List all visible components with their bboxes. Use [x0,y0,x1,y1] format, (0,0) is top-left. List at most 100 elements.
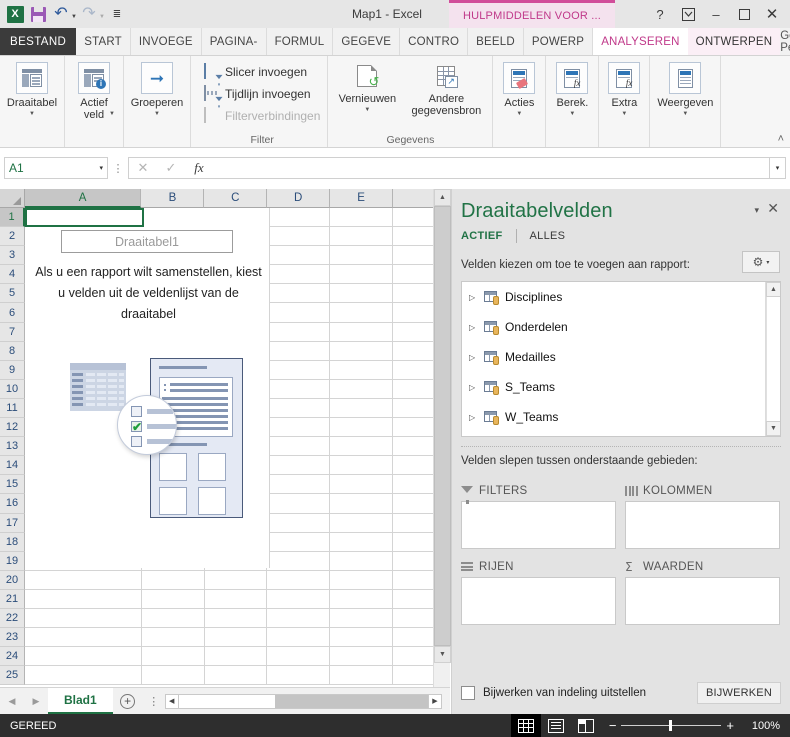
grid-cell[interactable] [267,532,331,552]
grid-cell[interactable] [204,570,268,590]
subtab-actief[interactable]: ACTIEF [461,230,516,242]
list-item[interactable]: ▷ Onderdelen [462,312,780,342]
sheet-tab-menu-icon[interactable]: ⋮ [143,695,165,708]
grid-cell[interactable] [267,570,331,590]
field-list[interactable]: ▷ Disciplines ▷ Onderdelen ▷ Medailles ▷… [461,281,781,437]
chevron-down-icon[interactable]: ▼ [154,110,160,118]
tab-bestand[interactable]: BESTAND [0,28,77,55]
grid-cell[interactable] [330,418,394,438]
cancel-icon[interactable]: ✕ [129,158,157,178]
name-box[interactable]: A1 ▾ [4,157,108,179]
cells-area[interactable]: Draaitabel1 Als u een rapport wilt samen… [25,208,450,687]
scroll-down-icon[interactable]: ▼ [434,646,451,663]
grid-cell[interactable] [267,647,331,667]
chevron-down-icon[interactable]: ▼ [621,110,627,118]
row-header[interactable]: 7 [0,322,25,342]
table-row[interactable] [25,608,450,629]
grid-cell[interactable] [330,551,394,571]
collapse-ribbon-icon[interactable]: ˄ [778,133,784,145]
grid-cell[interactable] [330,437,394,457]
customize-qat-icon[interactable]: ≣ [106,3,128,25]
row-header[interactable]: 25 [0,666,25,686]
tab-pagina-indeling[interactable]: PAGINA- [202,28,267,55]
waarden-zone[interactable]: Σ WAARDEN [625,557,780,625]
grid-cell[interactable] [267,418,331,438]
horizontal-scroll-thumb[interactable] [178,694,275,708]
row-header[interactable]: 8 [0,341,25,361]
scroll-left-icon[interactable]: ◀ [165,694,179,708]
filters-zone[interactable]: FILTERS [461,481,616,549]
grid-cell[interactable] [267,379,331,399]
weergeven-button[interactable]: Weergeven ▼ [653,59,717,118]
grid-cell[interactable] [267,341,331,361]
grid-cell[interactable] [25,666,142,686]
table-row[interactable] [25,589,450,609]
grid-cell[interactable] [141,628,205,648]
row-header[interactable]: 11 [0,398,25,419]
grid-cell[interactable] [25,628,142,648]
kolommen-zone[interactable]: KOLOMMEN [625,481,780,549]
row-header[interactable]: 24 [0,647,25,667]
grid-cell[interactable] [141,608,205,629]
grid-cell[interactable] [330,589,394,609]
subtab-alles[interactable]: ALLES [530,230,579,242]
prev-sheet-icon[interactable]: ◀ [0,688,24,714]
horizontal-scrollbar[interactable]: ◀ ▶ [164,693,442,709]
grid-cell[interactable] [330,608,394,629]
column-header-e[interactable]: E [330,189,393,208]
row-header[interactable]: 21 [0,589,25,609]
grid-cell[interactable] [25,570,142,590]
grid-cell[interactable] [267,246,331,266]
acties-button[interactable]: Acties ▼ [496,59,542,118]
grid-cell[interactable] [267,456,331,476]
grid-cell[interactable] [330,360,394,380]
normal-view-button[interactable] [510,714,541,737]
expand-formula-bar-icon[interactable]: ▾ [770,157,786,179]
grid-cell[interactable] [330,570,394,590]
table-row[interactable] [25,628,450,648]
row-header[interactable]: 9 [0,360,25,380]
row-header[interactable]: 4 [0,265,25,285]
grid-cell[interactable] [141,666,205,686]
grid-cell[interactable] [267,208,331,228]
scroll-down-icon[interactable]: ▼ [766,421,780,436]
grid-cell[interactable] [25,647,142,667]
row-header[interactable]: 19 [0,551,25,571]
grid-cell[interactable] [204,647,268,667]
column-header-a[interactable]: A [24,189,142,208]
filters-dropbox[interactable] [461,501,616,549]
table-row[interactable] [25,647,450,667]
grid-cell[interactable] [267,475,331,495]
minimize-icon[interactable]: – [702,1,730,27]
row-header[interactable]: 23 [0,628,25,648]
grid-cell[interactable] [330,647,394,667]
grid-cell[interactable] [330,322,394,342]
scroll-right-icon[interactable]: ▶ [428,694,441,708]
grid-cell[interactable] [330,303,394,323]
tab-invoegen[interactable]: INVOEGE [131,28,202,55]
extra-button[interactable]: fx Extra ▼ [602,59,646,118]
field-list-scrollbar[interactable]: ▲ ▼ [765,282,780,436]
grid-cell[interactable] [267,494,331,514]
grid-cell[interactable] [330,284,394,304]
grid-cell[interactable] [267,227,331,247]
scroll-up-icon[interactable]: ▲ [766,282,780,297]
row-header[interactable]: 14 [0,456,25,476]
tab-ontwerpen[interactable]: ONTWERPEN [687,28,781,55]
tab-start[interactable]: START [76,28,131,55]
tab-beeld[interactable]: BEELD [468,28,524,55]
close-icon[interactable]: ✕ [758,1,786,27]
tab-powerpivot[interactable]: POWERP [524,28,594,55]
save-icon[interactable] [27,3,49,25]
grid-cell[interactable] [267,666,331,686]
rijen-zone[interactable]: RIJEN [461,557,616,625]
zoom-in-button[interactable]: + [726,719,734,732]
grid-cell[interactable] [204,608,268,629]
maximize-icon[interactable] [730,1,758,27]
chevron-down-icon[interactable]: ▼ [682,110,688,118]
grid-cell[interactable] [267,265,331,285]
grid-cell[interactable] [267,437,331,457]
formula-input[interactable] [213,157,770,179]
expand-icon[interactable]: ▷ [469,413,478,422]
grid-cell[interactable] [330,628,394,648]
